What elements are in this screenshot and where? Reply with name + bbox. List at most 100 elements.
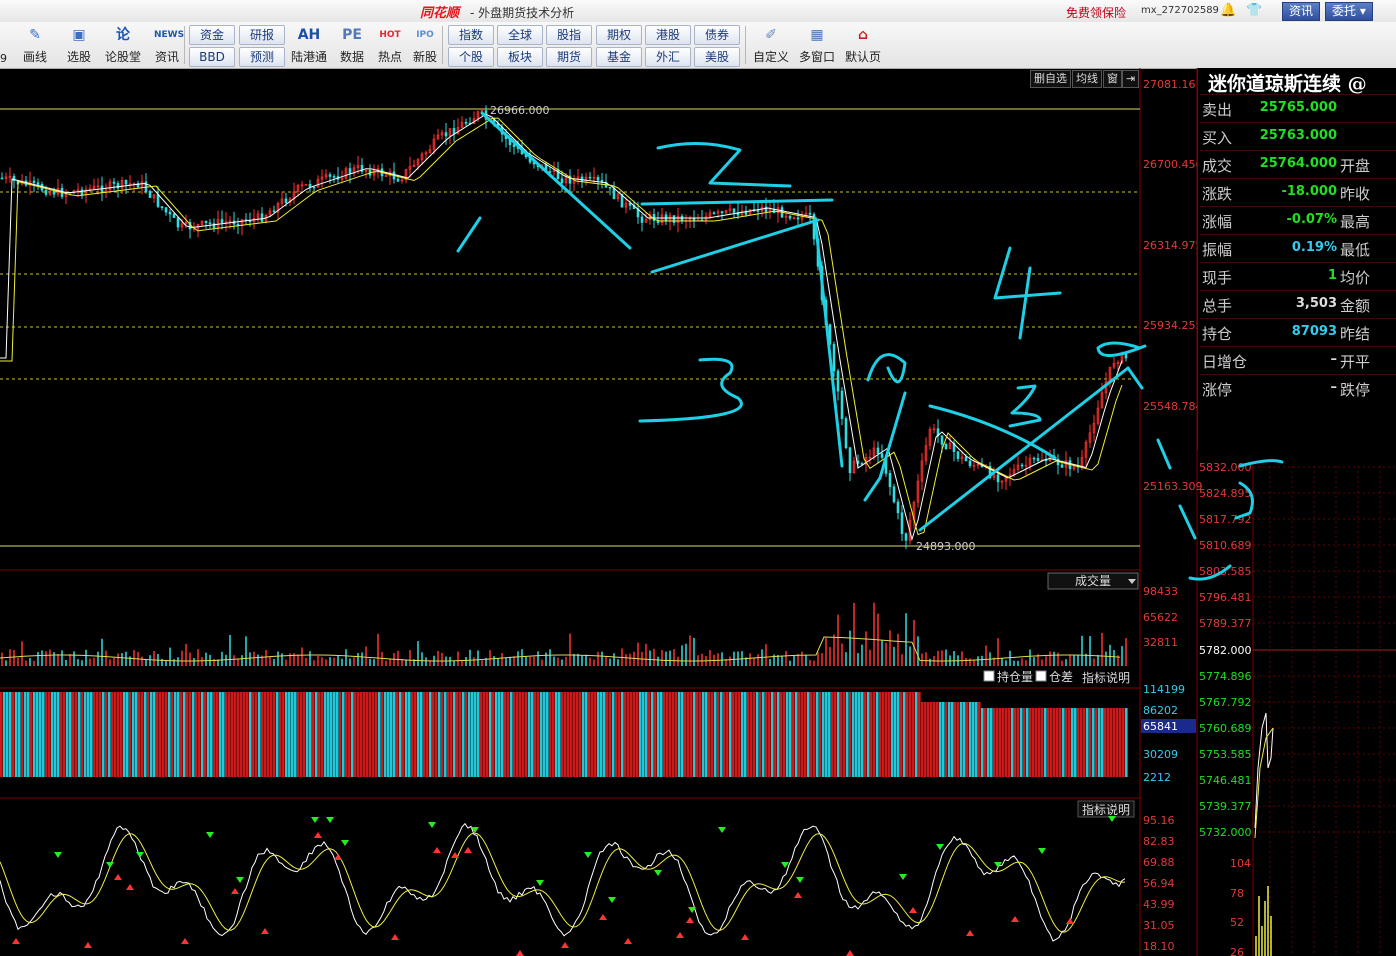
intraday-price-label: 5767.792 [1199,696,1252,709]
checkbox-open-interest[interactable] [983,670,995,682]
toolbar-multiwindow-button[interactable]: ▦ 多窗口 [796,24,838,68]
oi-bar [801,692,804,777]
oi-bar [1104,708,1107,777]
oi-bar [1044,708,1047,777]
hand-drawn-annotation [480,111,632,250]
oi-bar [213,692,216,777]
oi-bar [402,692,405,777]
oi-bar [570,692,573,777]
buy-signal-arrow [126,884,134,890]
oi-bar [231,692,234,777]
bell-icon[interactable]: 🔔 [1220,3,1236,19]
exit-icon[interactable]: ⇥ [1122,70,1140,88]
toolbar-small-button[interactable]: 外汇 [645,47,691,67]
toolbar-select-stock-button[interactable]: ▣ 选股 [58,24,100,68]
toolbar-small-button[interactable]: 债券 [694,25,740,45]
candle-body [900,512,904,534]
chart-canvas[interactable]: 27081.16 26700.456 26314.975 25934.255 25548… [0,68,1396,956]
toolbar-small-button[interactable]: 股指 [546,25,592,45]
oi-bar [120,692,123,777]
candle-body [808,212,812,215]
oi-bar [897,692,900,777]
toolbar-small-button[interactable]: 资金 [189,25,235,45]
oi-bar [168,692,171,777]
oi-bar [744,692,747,777]
oi-bar [426,692,429,777]
insurance-promo-link[interactable]: 免费领保险 [1066,4,1126,21]
toolbar-custom-button[interactable]: ✐ 自定义 [750,24,792,68]
hot-icon: HOT [379,30,401,40]
toolbar-small-button[interactable]: 基金 [596,47,642,67]
shirt-icon[interactable]: 👕 [1246,3,1262,19]
toolbar-pe-button[interactable]: PE 数据 [331,24,373,68]
oi-bar [492,692,495,777]
kdj-axis-label: 69.88 [1143,856,1175,869]
toolbar-small-button[interactable]: 个股 [448,47,494,67]
candle-body [940,435,944,445]
oi-bar [702,692,705,777]
toolbar-small-button[interactable]: 板块 [497,47,543,67]
toolbar-small-button[interactable]: 港股 [645,25,691,45]
oi-bar [411,692,414,777]
oi-bar [453,692,456,777]
oi-bar [825,692,828,777]
multiwindow-icon: ▦ [810,27,824,43]
oi-bar [861,692,864,777]
oi-bar [99,692,102,777]
toolbar-news-button[interactable]: NEWS 资讯 [146,24,188,68]
candle-body [892,486,896,503]
toolbar-home-button[interactable]: ⌂ 默认页 [842,24,884,68]
oi-bar [726,692,729,777]
window-button[interactable]: 窗 [1103,70,1122,88]
candle-body [348,168,352,174]
toolbar-ah-button[interactable]: AH 陆港通 [288,24,330,68]
oi-bar [1005,708,1008,777]
candle-body [208,222,212,225]
toolbar-button-label: 新股 [412,50,437,64]
trade-button[interactable]: 委托 ▾ [1325,2,1373,21]
toolbar-small-button[interactable]: 全球 [497,25,543,45]
news-button[interactable]: 资讯 [1282,2,1321,21]
checkbox-oi-diff[interactable] [1035,670,1047,682]
oi-bar [774,692,777,777]
oi-bar [1098,708,1101,777]
toolbar-small-button[interactable]: 指数 [448,25,494,45]
oi-bar [999,708,1002,777]
sell-signal-arrow [326,817,334,823]
candle-body [148,191,152,198]
candle-body [116,183,120,189]
oi-bar [657,692,660,777]
oi-bar [372,692,375,777]
sell-signal-arrow [236,877,244,883]
toolbar-forum-button[interactable]: 论论股堂 [102,24,144,68]
oi-bar [609,692,612,777]
oi-bar [1092,708,1095,777]
buy-signal-arrow [909,907,917,913]
toolbar-small-button[interactable]: 期货 [546,47,592,67]
quote-label: 涨跌 [1202,185,1233,203]
toolbar-small-button[interactable]: 美股 [694,47,740,67]
oi-bar [555,692,558,777]
oi-bar [1041,708,1044,777]
toolbar-small-button[interactable]: BBD [189,47,235,67]
quote-value: – [1330,380,1338,395]
toolbar-small-button[interactable]: 预测 [239,47,285,67]
oi-bar [336,692,339,777]
delete-watchlist-button[interactable]: 删自选 [1030,70,1071,88]
intraday-price-label: 5832.000 [1199,461,1252,474]
buy-signal-arrow [231,888,239,894]
oi-bar [15,692,18,777]
oi-bar [1074,708,1077,777]
toolbar-small-button[interactable]: 期权 [596,25,642,45]
oi-bar [171,692,174,777]
toolbar-small-button[interactable]: 研报 [239,25,285,45]
moving-average-button[interactable]: 均线 [1072,70,1102,88]
quote-row: 总手 3,503 金额 [1200,290,1396,319]
oi-bar [969,702,972,777]
oi-bar [780,692,783,777]
candle-body [548,171,552,173]
oi-bar [576,692,579,777]
toolbar-ipo-button[interactable]: IPO 新股 [404,24,446,68]
toolbar-pencil-button[interactable]: ✎ 画线 [14,24,56,68]
candle-body [444,132,448,137]
